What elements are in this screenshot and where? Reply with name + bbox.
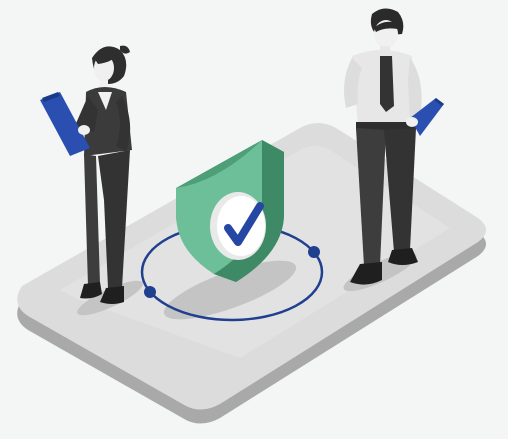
security-illustration [17,8,486,424]
orbit-node-right [308,246,320,258]
orbit-node-left [144,286,156,298]
